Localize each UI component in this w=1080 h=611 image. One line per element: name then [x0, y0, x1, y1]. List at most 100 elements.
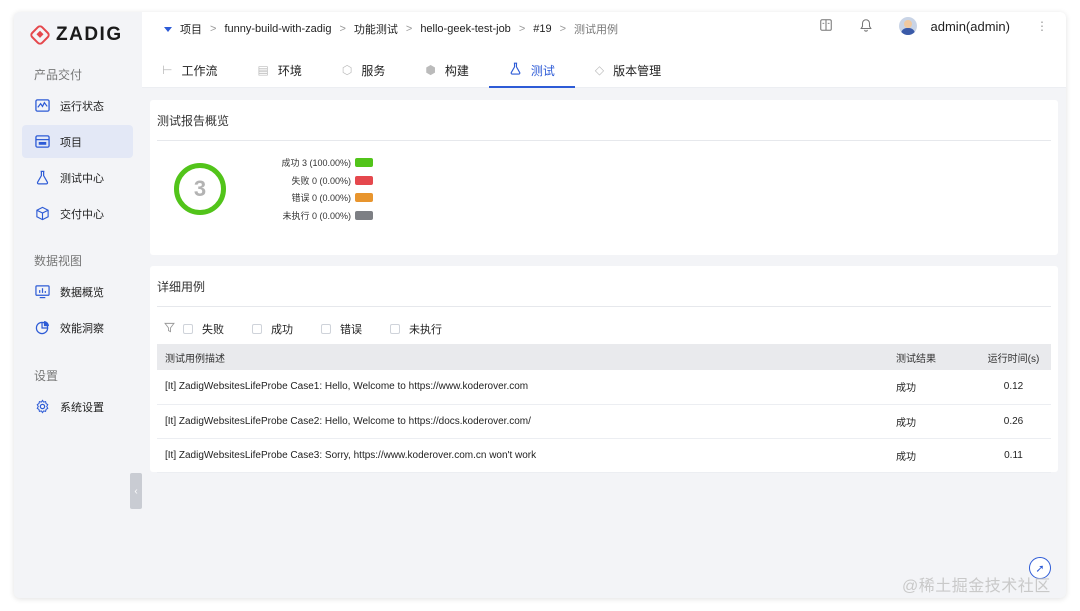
details-card: 详细用例 失败 成功 错误 未执行 测试用例描述 测试结果 运行时间(s) [I…: [150, 266, 1058, 473]
tab-service[interactable]: ⬡ 服务: [322, 52, 406, 88]
sidebar-item-system-settings[interactable]: 系统设置: [22, 390, 133, 423]
breadcrumb-separator: >: [559, 23, 567, 35]
sidebar-item-label: 测试中心: [60, 172, 104, 185]
filter-not-run[interactable]: 未执行: [390, 321, 442, 337]
sidebar-item-label: 运行状态: [60, 100, 104, 113]
logo[interactable]: ZADIG: [28, 23, 123, 47]
sidebar-item-test-center[interactable]: 测试中心: [22, 161, 133, 194]
checkbox[interactable]: [183, 324, 193, 334]
nav-group-delivery: 产品交付: [34, 68, 83, 82]
tab-label: 构建: [444, 63, 469, 78]
tab-label: 环境: [277, 63, 302, 78]
result-filters: 失败 成功 错误 未执行: [164, 321, 464, 337]
tab-test[interactable]: 测试: [488, 52, 575, 88]
column-header-duration[interactable]: 运行时间(s): [976, 344, 1051, 370]
chevron-left-icon: ‹: [134, 485, 138, 497]
sidebar-item-label: 系统设置: [60, 401, 104, 414]
sidebar-item-label: 数据概览: [60, 286, 104, 299]
sidebar-item-data-overview[interactable]: 数据概览: [22, 275, 133, 308]
case-description: [It] ZadigWebsitesLifeProbe Case1: Hello…: [157, 370, 896, 405]
checkbox[interactable]: [321, 324, 331, 334]
brand-name: ZADIG: [56, 24, 123, 45]
table-header: 测试用例描述 测试结果 运行时间(s): [157, 344, 1051, 370]
filter-error[interactable]: 错误: [321, 321, 362, 337]
table-row[interactable]: [It] ZadigWebsitesLifeProbe Case2: Hello…: [157, 404, 1051, 439]
flask-icon: [509, 62, 522, 78]
filter-failed[interactable]: 失败: [183, 321, 224, 337]
total-ring: 3: [174, 163, 226, 215]
breadcrumb-item[interactable]: hello-geek-test-job: [420, 23, 511, 35]
filter-success[interactable]: 成功: [252, 321, 293, 337]
sidebar-item-label: 项目: [60, 136, 82, 149]
case-description: [It] ZadigWebsitesLifeProbe Case2: Hello…: [157, 404, 896, 439]
test-case-table: 测试用例描述 测试结果 运行时间(s) [It] ZadigWebsitesLi…: [157, 344, 1051, 473]
overview-title: 测试报告概览: [157, 114, 230, 128]
build-icon: ⬢: [425, 63, 436, 77]
bell-icon[interactable]: [859, 18, 873, 35]
case-duration: 0.26: [976, 404, 1051, 439]
docs-icon[interactable]: [819, 18, 833, 35]
caret-down-icon[interactable]: [164, 26, 172, 32]
pie-chart-icon: [34, 320, 50, 336]
sidebar-item-delivery-center[interactable]: 交付中心: [22, 197, 133, 230]
legend-item-failed: 失败 0 (0.00%): [266, 172, 373, 190]
zadig-logo-icon: [28, 23, 52, 47]
workflow-icon: ⊢: [162, 63, 173, 77]
sidebar: ZADIG 产品交付 运行状态 项目 测试中心 交付中心 数据视图 数据概览 效…: [14, 12, 142, 598]
breadcrumb-item[interactable]: 功能测试: [354, 21, 398, 37]
legend-label: 未执行 0 (0.00%): [282, 211, 351, 222]
filter-label: 错误: [340, 324, 362, 336]
service-icon: ⬡: [341, 63, 353, 77]
breadcrumb-separator: >: [518, 23, 526, 35]
more-vertical-icon[interactable]: ⋮: [1036, 19, 1048, 33]
checkbox[interactable]: [252, 324, 262, 334]
breadcrumb-item[interactable]: #19: [533, 23, 551, 35]
topbar-actions: admin(admin) ⋮: [819, 17, 1048, 35]
table-row[interactable]: [It] ZadigWebsitesLifeProbe Case1: Hello…: [157, 370, 1051, 405]
tab-label: 版本管理: [613, 63, 662, 78]
tab-version-management[interactable]: ◇ 版本管理: [575, 52, 681, 88]
project-tabs: ⊢ 工作流 ▤ 环境 ⬡ 服务 ⬢ 构建 测试 ◇ 版本管理: [142, 52, 681, 88]
avatar: [898, 17, 917, 35]
divider: [157, 306, 1051, 307]
version-icon: ◇: [594, 63, 605, 77]
overview-card: 测试报告概览 3 成功 3 (100.00%) 失败 0 (0.00%) 错误 …: [150, 100, 1058, 255]
breadcrumb-item[interactable]: funny-build-with-zadig: [224, 23, 331, 35]
legend-swatch: [355, 211, 373, 221]
sidebar-collapse-handle[interactable]: ‹: [130, 473, 142, 509]
sidebar-item-projects[interactable]: 项目: [22, 125, 133, 158]
case-description: [It] ZadigWebsitesLifeProbe Case3: Sorry…: [157, 438, 896, 473]
case-result: 成功: [896, 370, 976, 405]
case-result: 成功: [896, 438, 976, 473]
column-header-result[interactable]: 测试结果: [896, 344, 976, 370]
tab-label: 服务: [361, 63, 386, 78]
tab-environment[interactable]: ▤ 环境: [237, 52, 321, 88]
legend-label: 成功 3 (100.00%): [281, 158, 351, 169]
legend-swatch: [355, 175, 373, 185]
breadcrumb-item[interactable]: 项目: [180, 21, 202, 37]
divider: [157, 140, 1051, 141]
project-icon: [34, 134, 50, 150]
tab-workflow[interactable]: ⊢ 工作流: [142, 52, 237, 88]
checkbox[interactable]: [390, 324, 400, 334]
legend-swatch: [355, 158, 373, 168]
tab-build[interactable]: ⬢ 构建: [405, 52, 489, 88]
sidebar-item-insights[interactable]: 效能洞察: [22, 311, 133, 344]
user-menu[interactable]: admin(admin): [898, 17, 1010, 35]
case-result: 成功: [896, 404, 976, 439]
sidebar-item-runtime-status[interactable]: 运行状态: [22, 89, 133, 122]
breadcrumb-separator: >: [339, 23, 346, 35]
total-count: 3: [193, 176, 207, 201]
tab-label: 工作流: [181, 63, 218, 78]
breadcrumb-separator: >: [405, 23, 413, 35]
case-duration: 0.12: [976, 370, 1051, 405]
nav-group-data-view: 数据视图: [34, 254, 83, 268]
breadcrumb-current: 测试用例: [574, 24, 619, 36]
sidebar-item-label: 交付中心: [60, 208, 104, 221]
filter-label: 未执行: [409, 324, 442, 336]
table-row[interactable]: [It] ZadigWebsitesLifeProbe Case3: Sorry…: [157, 438, 1051, 473]
dashboard-icon: [34, 284, 50, 300]
column-header-description[interactable]: 测试用例描述: [157, 344, 896, 370]
gear-icon: [34, 399, 50, 415]
result-legend: 成功 3 (100.00%) 失败 0 (0.00%) 错误 0 (0.00%)…: [266, 154, 373, 224]
